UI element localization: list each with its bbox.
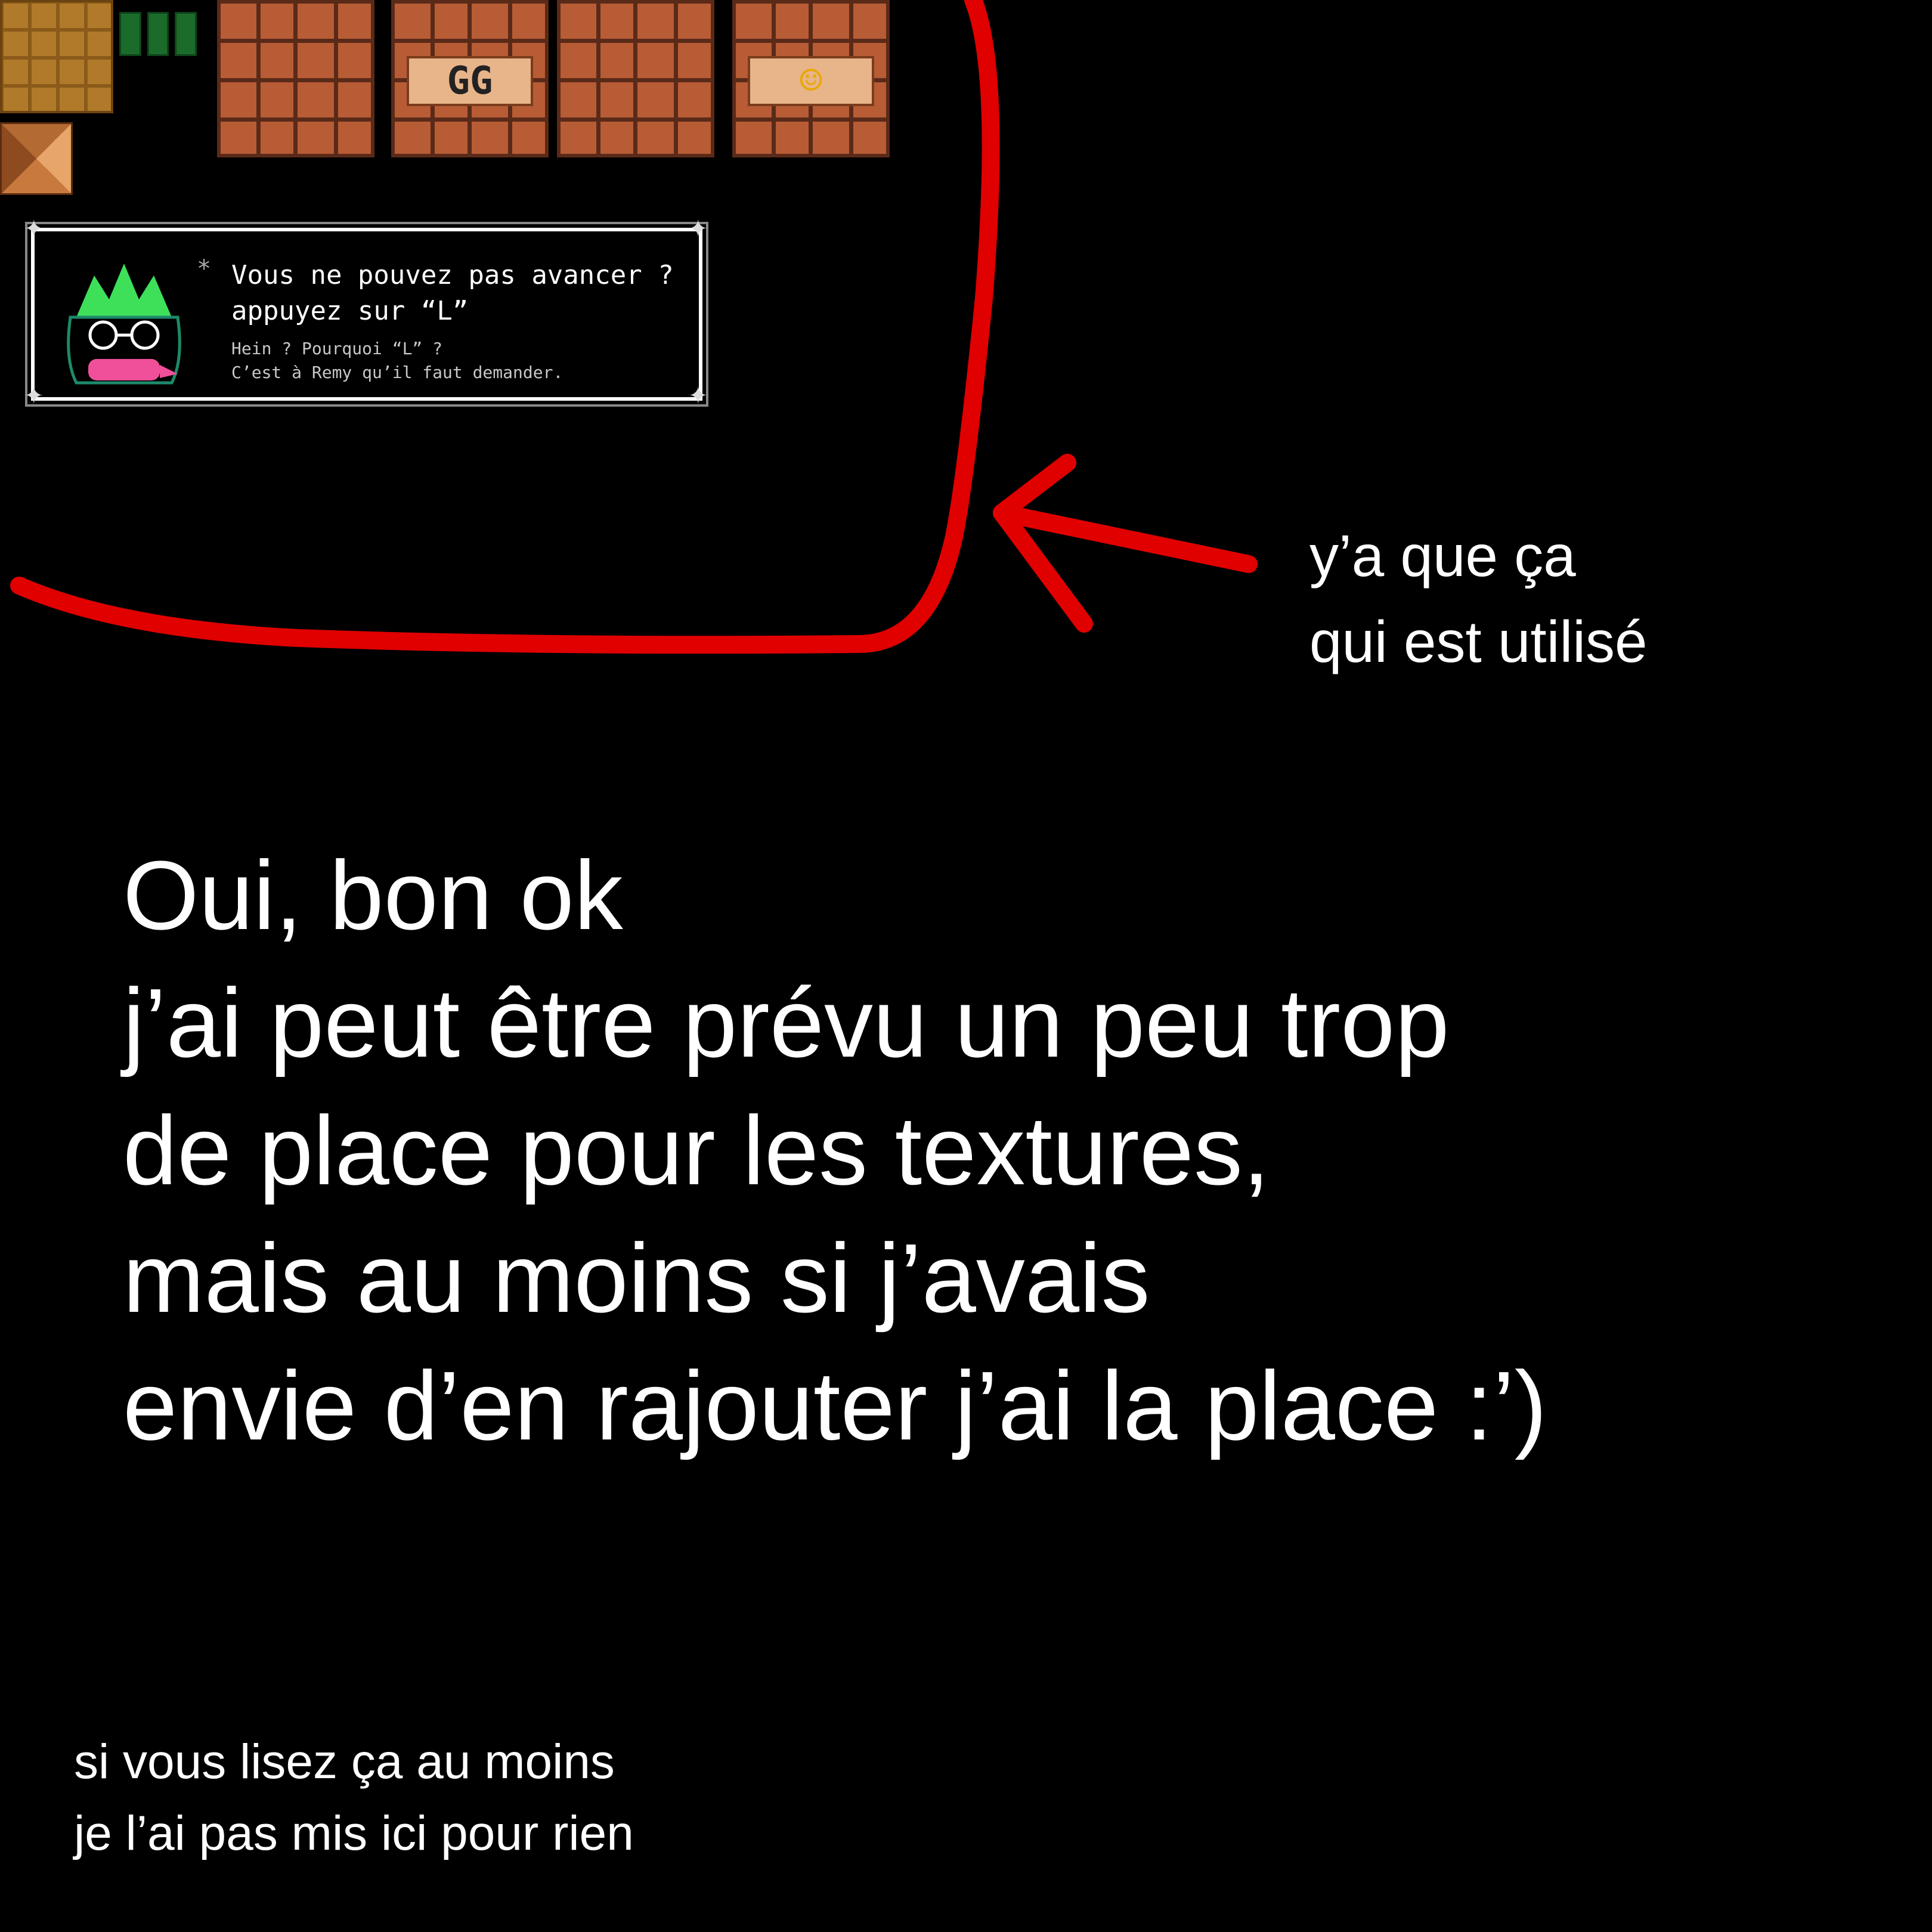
- dialog-corner-ornament: ✦: [24, 382, 44, 410]
- red-arrow-shaft: [993, 504, 1258, 573]
- dialog-corner-ornament: ✦: [24, 215, 44, 243]
- dialog-subtext-2: C’est à Remy qu’il faut demander.: [231, 363, 564, 382]
- dialog-subtext-1: Hein ? Pourquoi “L” ?: [231, 339, 443, 358]
- main-line-2: j’ai peut être prévu un peu trop: [123, 968, 1450, 1078]
- main-line-3: de place pour les textures,: [123, 1096, 1270, 1205]
- smiley-icon: ☺: [748, 56, 874, 106]
- dialog-asterisk: *: [197, 255, 212, 283]
- note-line-1: y’a que ça: [1309, 523, 1576, 589]
- brick-smiley-texture-tile: ☺: [732, 0, 890, 157]
- main-line-1: Oui, bon ok: [123, 841, 623, 950]
- dialog-corner-ornament: ✦: [688, 215, 708, 243]
- main-line-5: envie d’en rajouter j’ai la place :’): [123, 1351, 1547, 1460]
- pyramid-block-texture-tile: [0, 122, 73, 195]
- dialog-corner-ornament: ✦: [688, 382, 708, 410]
- arrow-note: y’a que ça qui est utilisé: [1309, 513, 1648, 685]
- main-line-4: mais au moins si j’avais: [123, 1224, 1150, 1333]
- character-portrait-icon: [67, 264, 181, 385]
- dialog-line-2: appuyez sur “L”: [231, 296, 469, 326]
- footer-line-1: si vous lisez ça au moins: [74, 1735, 615, 1789]
- brick-texture-tile: [557, 0, 714, 157]
- gg-plaque: GG: [407, 56, 533, 106]
- footer-line-2: je l’ai pas mis ici pour rien: [74, 1806, 634, 1860]
- brick-gg-texture-tile: GG: [391, 0, 549, 157]
- dialog-box: * Vous ne pouvez pas avancer ? appuyez s…: [25, 222, 708, 407]
- dialog-line-1: Vous ne pouvez pas avancer ?: [231, 260, 674, 290]
- wood-texture-tile: [0, 0, 113, 113]
- green-bars-texture-tile: [119, 12, 197, 56]
- footer-message: si vous lisez ça au moins je l’ai pas mi…: [74, 1726, 634, 1869]
- brick-texture-tile: [217, 0, 374, 157]
- red-arrow-head: [993, 454, 1093, 633]
- main-message: Oui, bon ok j’ai peut être prévu un peu …: [123, 832, 1547, 1470]
- note-line-2: qui est utilisé: [1309, 609, 1648, 674]
